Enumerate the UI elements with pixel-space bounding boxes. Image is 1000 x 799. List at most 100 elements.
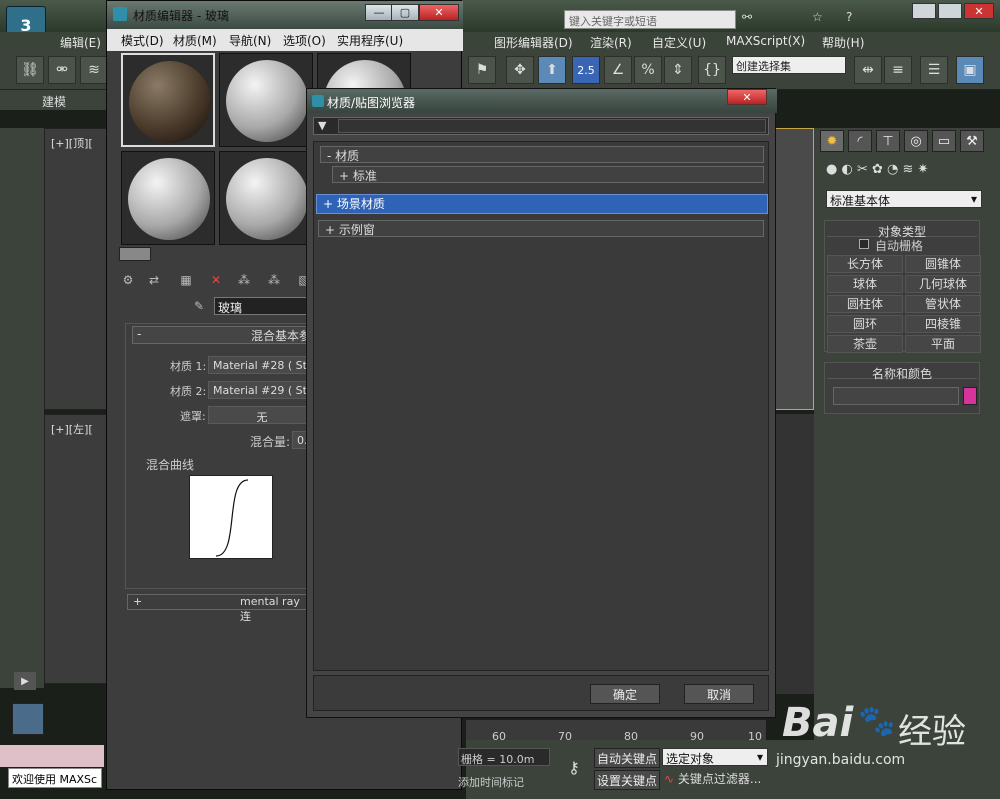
cylinder-button[interactable]: 圆柱体 bbox=[827, 295, 903, 313]
group-sample-slots[interactable]: + 示例窗 bbox=[318, 220, 764, 237]
box-button[interactable]: 长方体 bbox=[827, 255, 903, 273]
search-by-name-input[interactable] bbox=[338, 119, 766, 133]
geosphere-button[interactable]: 几何球体 bbox=[905, 275, 981, 293]
hierarchy-tab-icon[interactable]: ⊤ bbox=[876, 130, 900, 152]
cancel-button[interactable]: 取消 bbox=[684, 684, 754, 704]
maxscript-listener[interactable] bbox=[0, 745, 104, 767]
menu-edit[interactable]: 编辑(E) bbox=[60, 34, 101, 51]
autogrid-checkbox[interactable] bbox=[859, 239, 869, 249]
create-tab-icon[interactable]: ✹ bbox=[820, 130, 844, 152]
utilities-tab-icon[interactable]: ⚒ bbox=[960, 130, 984, 152]
blend-rollout-header[interactable]: - 混合基本参 bbox=[132, 326, 314, 344]
assign-material-icon[interactable]: ▦ bbox=[177, 271, 195, 289]
sphere-button[interactable]: 球体 bbox=[827, 275, 903, 293]
mask-button[interactable]: 无 bbox=[208, 406, 316, 424]
snap-toggle-icon[interactable]: 2.5 bbox=[572, 56, 600, 84]
close-button[interactable]: ✕ bbox=[727, 89, 767, 105]
tube-button[interactable]: 管状体 bbox=[905, 295, 981, 313]
star-icon[interactable]: ☆ bbox=[812, 10, 823, 24]
align-icon[interactable]: ≡ bbox=[884, 56, 912, 84]
sample-slots-scrollbar[interactable] bbox=[119, 247, 151, 261]
window-close-button[interactable]: ✕ bbox=[964, 3, 994, 19]
material2-button[interactable]: Material #29 ( Stanc bbox=[208, 381, 316, 399]
menu-material[interactable]: 材质(M) bbox=[173, 32, 217, 49]
menu-modes[interactable]: 模式(D) bbox=[121, 32, 164, 49]
reference-coord-icon[interactable]: ⬆ bbox=[538, 56, 566, 84]
group-standard[interactable]: + 标准 bbox=[332, 166, 764, 183]
scene-explorer-icon[interactable]: ▣ bbox=[956, 56, 984, 84]
create-category-icons[interactable]: ● ◐ ✂ ✿ ◔ ≋ ✷ bbox=[826, 162, 986, 182]
bind-spacewarp-icon[interactable]: ≋ bbox=[80, 56, 108, 84]
key-filters-button[interactable]: ∿ 关键点过滤器... bbox=[664, 770, 768, 790]
link-icon[interactable]: ⛓ bbox=[16, 56, 44, 84]
eyedropper-icon[interactable]: ✎ bbox=[191, 298, 207, 314]
menu-navigation[interactable]: 导航(N) bbox=[229, 32, 271, 49]
menu-utilities[interactable]: 实用程序(U) bbox=[337, 32, 403, 49]
menu-customize[interactable]: 自定义(U) bbox=[652, 34, 706, 51]
sample-slot[interactable] bbox=[121, 151, 215, 245]
select-move-icon[interactable]: ⚑ bbox=[468, 56, 496, 84]
key-icon[interactable]: ⚷ bbox=[560, 756, 588, 778]
auto-key-button[interactable]: 自动关键点 bbox=[594, 748, 660, 768]
object-type-header[interactable]: 对象类型 bbox=[827, 223, 977, 239]
tab-modeling[interactable]: 建模 bbox=[42, 93, 66, 110]
teapot-button[interactable]: 茶壶 bbox=[827, 335, 903, 353]
object-name-input[interactable] bbox=[833, 387, 959, 405]
mirror-icon[interactable]: ⇹ bbox=[854, 56, 882, 84]
display-tab-icon[interactable]: ▭ bbox=[932, 130, 956, 152]
edit-named-sets-icon[interactable]: {} bbox=[698, 56, 726, 84]
object-color-swatch[interactable] bbox=[963, 387, 977, 405]
angle-snap-icon[interactable]: ∠ bbox=[604, 56, 632, 84]
minimize-button[interactable]: — bbox=[365, 4, 393, 21]
plane-button[interactable]: 平面 bbox=[905, 335, 981, 353]
menu-graph-editors[interactable]: 图形编辑器(D) bbox=[494, 34, 573, 51]
mental-ray-rollout[interactable]: + mental ray 连 bbox=[127, 594, 315, 623]
window-max-button[interactable] bbox=[938, 3, 962, 19]
close-button[interactable]: ✕ bbox=[419, 4, 459, 21]
sample-slot[interactable] bbox=[219, 53, 313, 147]
add-time-tag[interactable]: 添加时间标记 bbox=[458, 774, 524, 790]
delete-icon[interactable]: ✕ bbox=[207, 271, 225, 289]
timeline-ruler[interactable]: 60 70 80 90 10 bbox=[466, 720, 766, 743]
name-color-header[interactable]: 名称和颜色 bbox=[827, 365, 977, 381]
maximize-button[interactable]: ▢ bbox=[391, 4, 419, 21]
ok-button[interactable]: 确定 bbox=[590, 684, 660, 704]
play-icon[interactable]: ▶ bbox=[14, 672, 36, 690]
material1-button[interactable]: Material #28 ( Stanc bbox=[208, 356, 316, 374]
menu-maxscript[interactable]: MAXScript(X) bbox=[726, 34, 805, 48]
set-key-button[interactable]: 设置关键点 bbox=[594, 770, 660, 790]
make-copy-icon[interactable]: ⁂ bbox=[235, 271, 253, 289]
group-scene-materials[interactable]: + 场景材质 bbox=[316, 194, 768, 214]
menu-rendering[interactable]: 渲染(R) bbox=[590, 34, 632, 51]
help-icon[interactable]: ? bbox=[846, 10, 852, 24]
menu-options[interactable]: 选项(O) bbox=[283, 32, 326, 49]
viewport-left-label[interactable]: [+][左][ bbox=[51, 421, 93, 437]
help-search-input[interactable]: 键入关键字或短语 bbox=[564, 10, 736, 29]
layers-icon[interactable]: ☰ bbox=[920, 56, 948, 84]
sample-slot[interactable] bbox=[219, 151, 313, 245]
put-to-scene-icon[interactable]: ⇄ bbox=[145, 271, 163, 289]
viewport-top-label[interactable]: [+][顶][ bbox=[51, 135, 93, 151]
pyramid-button[interactable]: 四棱锥 bbox=[905, 315, 981, 333]
primitive-type-dropdown[interactable]: 标准基本体 ▾ bbox=[826, 190, 982, 208]
viewport-layout-icon[interactable] bbox=[12, 703, 44, 735]
modify-tab-icon[interactable]: ◜ bbox=[848, 130, 872, 152]
torus-button[interactable]: 圆环 bbox=[827, 315, 903, 333]
key-mode-dropdown[interactable]: 选定对象 ▾ bbox=[662, 748, 768, 766]
sample-slot[interactable] bbox=[121, 53, 215, 147]
window-min-button[interactable] bbox=[912, 3, 936, 19]
filter-dropdown-icon[interactable]: ▼ bbox=[318, 119, 326, 132]
percent-snap-icon[interactable]: % bbox=[634, 56, 662, 84]
material-name-field[interactable]: 玻璃 bbox=[214, 297, 308, 315]
get-material-icon[interactable]: ⚙ bbox=[119, 271, 137, 289]
motion-tab-icon[interactable]: ◎ bbox=[904, 130, 928, 152]
spinner-snap-icon[interactable]: ⇕ bbox=[664, 56, 692, 84]
group-materials[interactable]: - 材质 bbox=[320, 146, 764, 163]
named-selection-set-dropdown[interactable]: 创建选择集 bbox=[732, 56, 846, 74]
menu-help[interactable]: 帮助(H) bbox=[822, 34, 864, 51]
move-icon[interactable]: ✥ bbox=[506, 56, 534, 84]
cone-button[interactable]: 圆锥体 bbox=[905, 255, 981, 273]
make-unique-icon[interactable]: ⁂ bbox=[265, 271, 283, 289]
binoculars-icon[interactable]: ⚯ bbox=[742, 10, 752, 24]
unlink-icon[interactable]: ⚮ bbox=[48, 56, 76, 84]
